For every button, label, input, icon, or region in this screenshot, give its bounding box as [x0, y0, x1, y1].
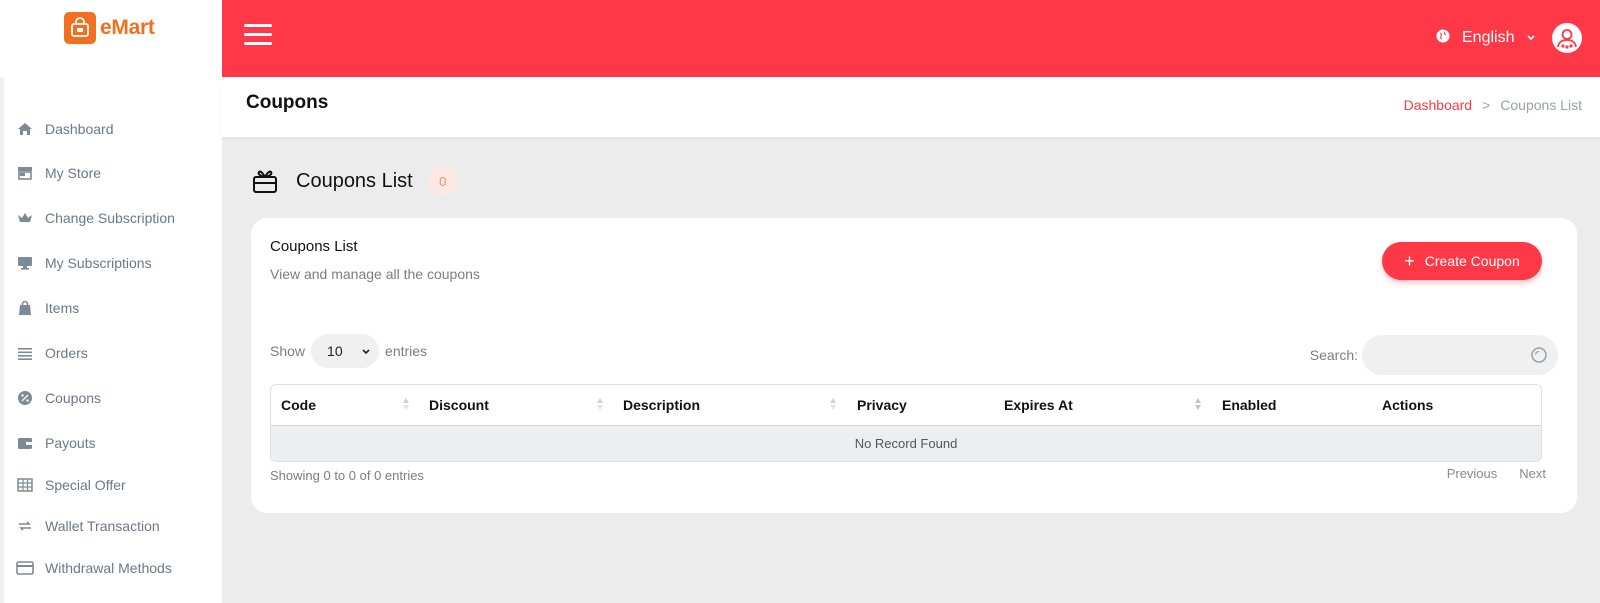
entries-length-control: Show 10 entries — [270, 334, 427, 368]
sidebar-item-items[interactable]: Items — [16, 294, 79, 322]
user-icon — [1557, 29, 1577, 49]
home-icon — [16, 120, 34, 138]
top-bar: English — [222, 0, 1600, 77]
sidebar-item-label: Special Offer — [45, 477, 126, 493]
page-title: Coupons — [246, 92, 329, 113]
sidebar-item-label: My Store — [45, 165, 102, 181]
coupon-badge-icon — [16, 389, 34, 407]
menu-toggle-icon[interactable] — [244, 24, 272, 48]
wallet-icon — [16, 434, 34, 452]
sidebar-item-label: Dashboard — [45, 121, 114, 137]
user-avatar[interactable] — [1552, 23, 1582, 53]
search-label: Search: — [1309, 347, 1358, 363]
language-selector[interactable]: English — [1436, 24, 1536, 52]
empty-table-message: No Record Found — [854, 436, 958, 451]
sidebar-item-my-subscriptions[interactable]: My Subscriptions — [16, 249, 152, 277]
card-subtitle: View and manage all the coupons — [270, 266, 480, 282]
shop-bag-icon — [64, 12, 96, 44]
sidebar-rail — [0, 77, 4, 603]
plus-icon: + — [1404, 251, 1415, 271]
column-header-discount[interactable]: Discount — [429, 397, 489, 413]
breadcrumb: Dashboard > Coupons List — [1404, 97, 1582, 113]
entries-select-value: 10 — [327, 343, 343, 359]
transfer-icon — [16, 517, 34, 535]
sidebar-item-label: Withdrawal Methods — [45, 560, 172, 576]
create-coupon-button[interactable]: + Create Coupon — [1382, 242, 1542, 280]
page-header: Coupons Dashboard > Coupons List — [222, 77, 1600, 137]
monitor-icon — [16, 254, 34, 272]
column-header-description[interactable]: Description — [623, 397, 700, 413]
sort-icon — [830, 398, 836, 410]
gift-box-icon — [252, 168, 278, 194]
language-label: English — [1462, 29, 1515, 46]
column-header-actions: Actions — [1382, 397, 1434, 413]
sidebar-item-label: Payouts — [45, 435, 96, 451]
breadcrumb-current: Coupons List — [1500, 97, 1582, 113]
search-icon — [1531, 347, 1547, 363]
sidebar-item-label: Items — [45, 300, 80, 316]
sidebar-item-special-offer[interactable]: Special Offer — [16, 471, 126, 499]
entries-select[interactable]: 10 — [311, 334, 380, 368]
card-icon — [16, 559, 34, 577]
sort-icon — [597, 398, 603, 410]
sidebar-item-withdrawal-methods[interactable]: Withdrawal Methods — [16, 554, 172, 582]
chevron-down-icon — [361, 343, 371, 359]
table-icon — [16, 476, 34, 494]
sidebar-item-label: Change Subscription — [45, 210, 175, 226]
sidebar-item-label: Wallet Transaction — [45, 518, 160, 534]
sort-icon — [403, 398, 409, 410]
sidebar-item-label: My Subscriptions — [45, 255, 152, 271]
table-info: Showing 0 to 0 of 0 entries — [270, 468, 424, 483]
pagination: Previous Next — [1447, 466, 1546, 481]
bag-icon — [16, 299, 34, 317]
sidebar-item-wallet-transaction[interactable]: Wallet Transaction — [16, 512, 160, 540]
section-heading: Coupons List 0 — [252, 166, 457, 196]
sidebar-item-my-store[interactable]: My Store — [16, 159, 101, 187]
section-title: Coupons List — [296, 169, 413, 192]
coupons-table: Code Discount Description Privacy Expire… — [270, 384, 1542, 462]
sidebar-item-label: Orders — [45, 345, 88, 361]
sidebar-item-change-subscription[interactable]: Change Subscription — [16, 204, 175, 232]
store-icon — [16, 164, 34, 182]
sidebar-item-label: Coupons — [45, 390, 102, 406]
show-label: Show — [270, 343, 306, 359]
sort-icon — [1195, 398, 1201, 410]
coupons-card: Coupons List View and manage all the cou… — [251, 218, 1577, 513]
breadcrumb-dashboard-link[interactable]: Dashboard — [1404, 97, 1473, 113]
app-logo[interactable]: eMart — [64, 12, 155, 44]
chevron-down-icon — [1526, 29, 1536, 47]
search-input[interactable] — [1362, 335, 1558, 375]
globe-icon — [1436, 29, 1450, 48]
create-coupon-label: Create Coupon — [1424, 253, 1520, 269]
column-header-expires-at[interactable]: Expires At — [1004, 397, 1073, 413]
table-search: Search: — [1310, 335, 1558, 375]
sidebar-item-payouts[interactable]: Payouts — [16, 429, 96, 457]
column-header-enabled[interactable]: Enabled — [1222, 397, 1276, 413]
coupons-count-badge: 0 — [428, 167, 457, 195]
sidebar-item-coupons[interactable]: Coupons — [16, 384, 101, 412]
sidebar-item-orders[interactable]: Orders — [16, 339, 88, 367]
app-name: eMart — [100, 16, 155, 39]
column-header-privacy[interactable]: Privacy — [857, 397, 907, 413]
crown-icon — [16, 209, 34, 227]
column-header-code[interactable]: Code — [281, 397, 316, 413]
table-body: No Record Found — [271, 426, 1541, 461]
sidebar-item-dashboard[interactable]: Dashboard — [16, 115, 114, 143]
pagination-next[interactable]: Next — [1519, 466, 1546, 481]
pagination-previous[interactable]: Previous — [1447, 466, 1498, 481]
sidebar: eMart Dashboard My Store Change Subscrip… — [0, 0, 222, 603]
list-icon — [16, 344, 34, 362]
entries-label: entries — [385, 343, 428, 359]
card-title: Coupons List — [270, 238, 358, 255]
breadcrumb-separator: > — [1482, 97, 1491, 113]
table-header: Code Discount Description Privacy Expire… — [271, 385, 1541, 426]
